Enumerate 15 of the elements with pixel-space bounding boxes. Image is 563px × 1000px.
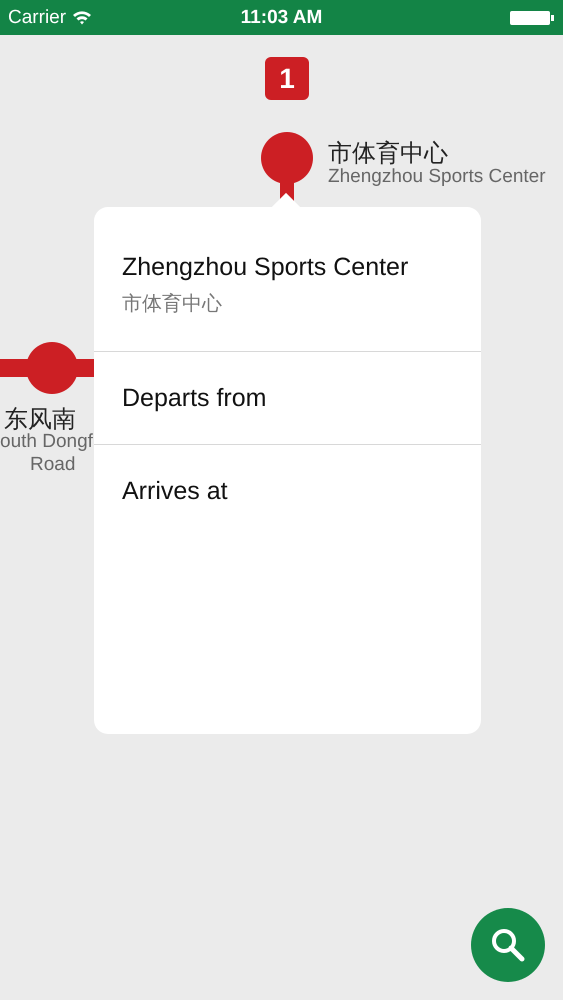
station-marker[interactable] xyxy=(261,132,313,184)
line-badge: 1 xyxy=(265,57,309,100)
wifi-icon xyxy=(72,10,92,25)
popover-subtitle: 市体育中心 xyxy=(122,292,223,317)
popover-title: Zhengzhou Sports Center xyxy=(122,253,410,282)
popover-menu-item[interactable]: Departs from xyxy=(94,352,481,445)
station-name: 东风南 xyxy=(4,405,76,433)
station-name-english: Zhengzhou Sports Center xyxy=(328,166,546,188)
battery-icon xyxy=(508,10,555,26)
station-name-english: outh Dongf xyxy=(0,431,93,453)
station-name: 市体育中心 xyxy=(328,139,448,168)
popover-menu-item[interactable]: Arrives at xyxy=(94,445,481,538)
clock-time: 11:03 AM xyxy=(240,6,322,28)
carrier-label: Carrier xyxy=(8,6,66,28)
station-name-english: Road xyxy=(30,454,76,476)
